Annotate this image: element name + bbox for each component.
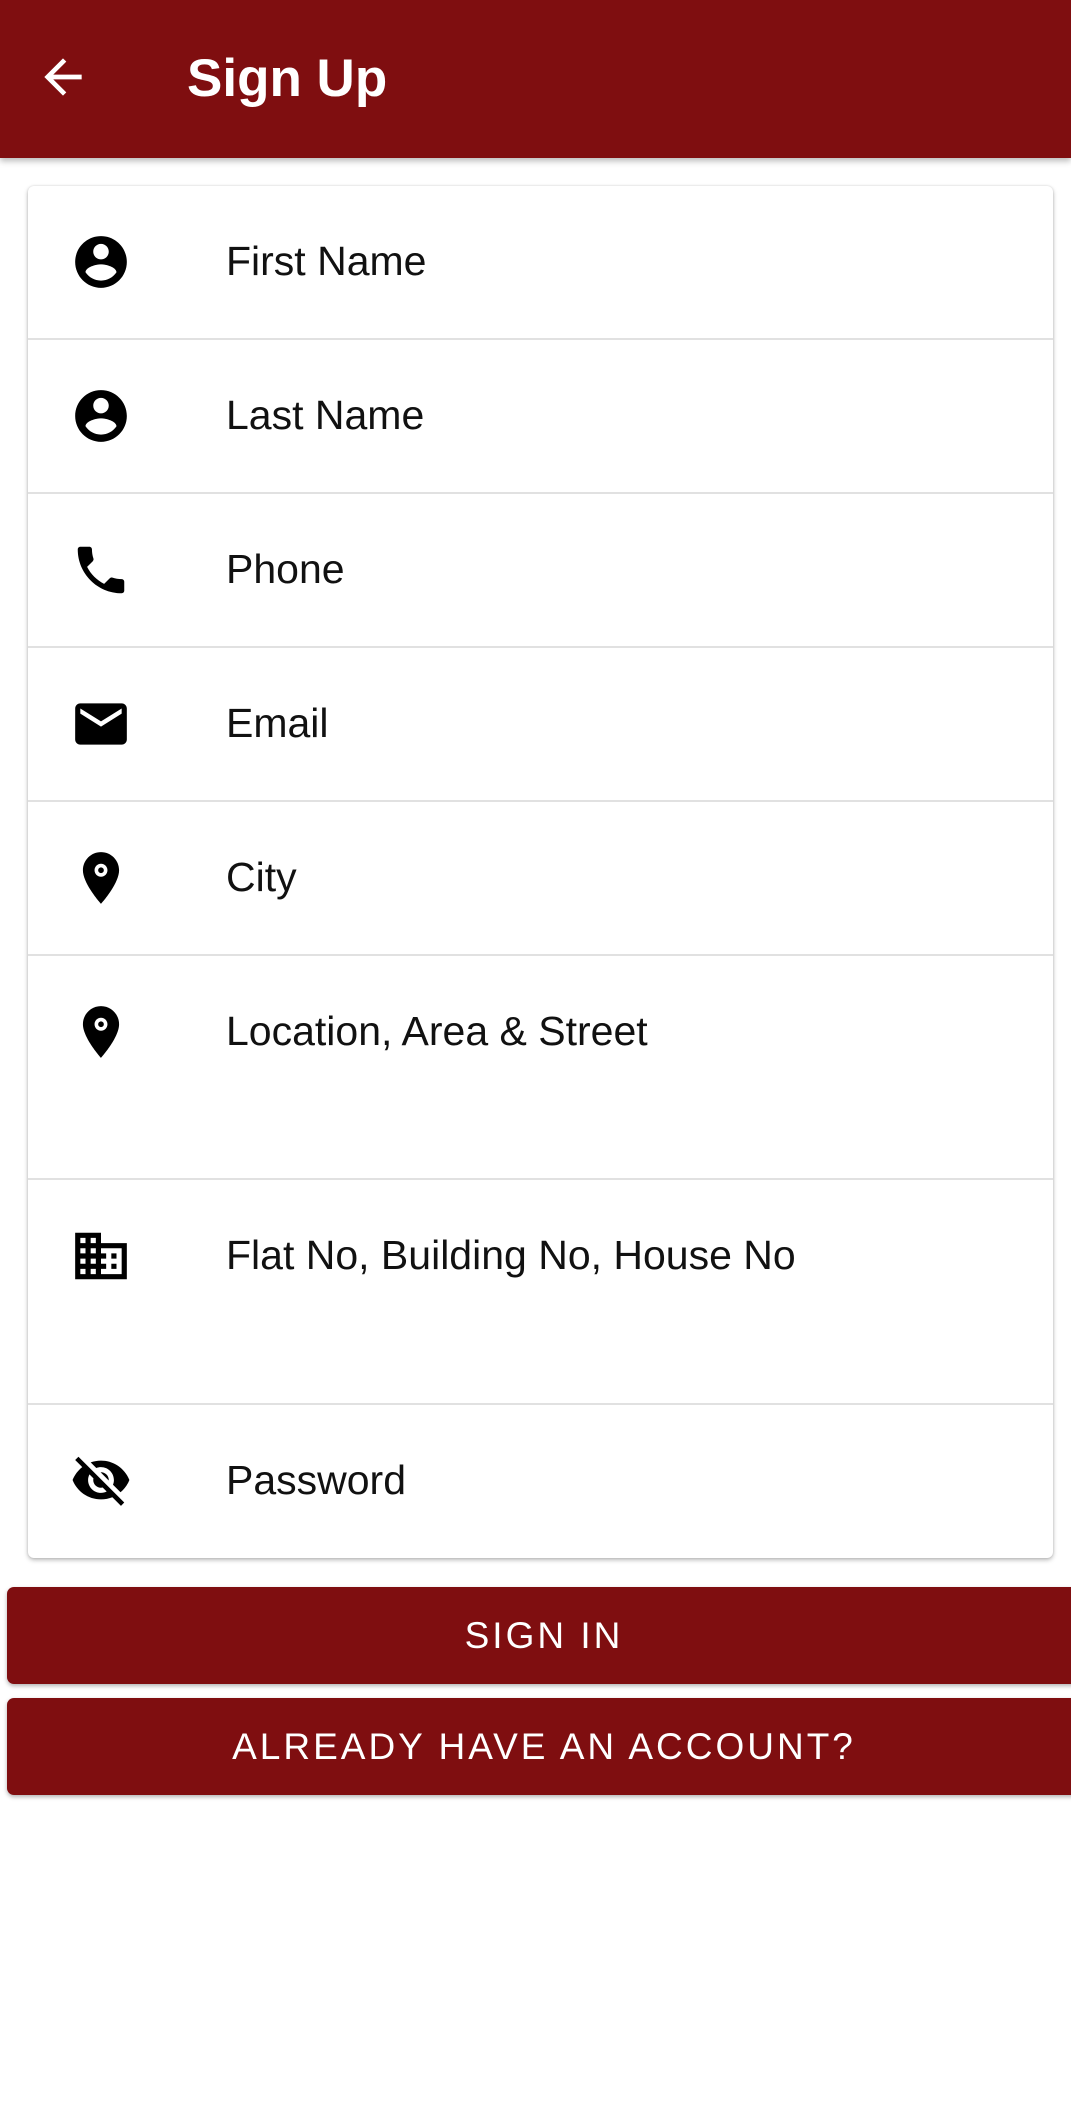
phone-field[interactable]: Phone bbox=[28, 494, 1053, 648]
account-circle-icon bbox=[70, 231, 132, 293]
last-name-field[interactable]: Last Name bbox=[28, 340, 1053, 494]
back-button[interactable] bbox=[32, 46, 94, 108]
location-label: Location, Area & Street bbox=[226, 1008, 648, 1054]
building-icon bbox=[70, 1225, 132, 1287]
email-field[interactable]: Email bbox=[28, 648, 1053, 802]
flat-field[interactable]: Flat No, Building No, House No bbox=[28, 1180, 1053, 1405]
password-field[interactable]: Password bbox=[28, 1405, 1053, 1558]
arrow-left-icon bbox=[44, 58, 82, 96]
phone-label: Phone bbox=[226, 546, 345, 592]
location-pin-icon bbox=[70, 847, 132, 909]
page-title: Sign Up bbox=[187, 49, 388, 108]
location-field[interactable]: Location, Area & Street bbox=[28, 956, 1053, 1180]
already-have-account-label: ALREADY HAVE AN ACCOUNT? bbox=[232, 1725, 856, 1767]
phone-icon bbox=[70, 539, 132, 601]
password-label: Password bbox=[226, 1457, 407, 1503]
last-name-label: Last Name bbox=[226, 392, 425, 438]
city-field[interactable]: City bbox=[28, 802, 1053, 956]
eye-off-icon bbox=[70, 1449, 132, 1511]
first-name-label: First Name bbox=[226, 238, 427, 284]
first-name-field[interactable]: First Name bbox=[28, 186, 1053, 340]
sign-in-button[interactable]: SIGN IN bbox=[7, 1587, 1071, 1684]
email-icon bbox=[70, 693, 132, 755]
account-circle-icon bbox=[70, 385, 132, 447]
email-label: Email bbox=[226, 700, 329, 746]
city-label: City bbox=[226, 854, 297, 900]
sign-in-button-label: SIGN IN bbox=[464, 1614, 624, 1656]
flat-label: Flat No, Building No, House No bbox=[226, 1232, 796, 1278]
signup-form-card: First Name Last Name Phone Email City Lo… bbox=[28, 186, 1053, 1558]
location-pin-icon bbox=[70, 1001, 132, 1063]
already-have-account-button[interactable]: ALREADY HAVE AN ACCOUNT? bbox=[7, 1698, 1071, 1795]
app-bar: Sign Up bbox=[0, 0, 1071, 158]
